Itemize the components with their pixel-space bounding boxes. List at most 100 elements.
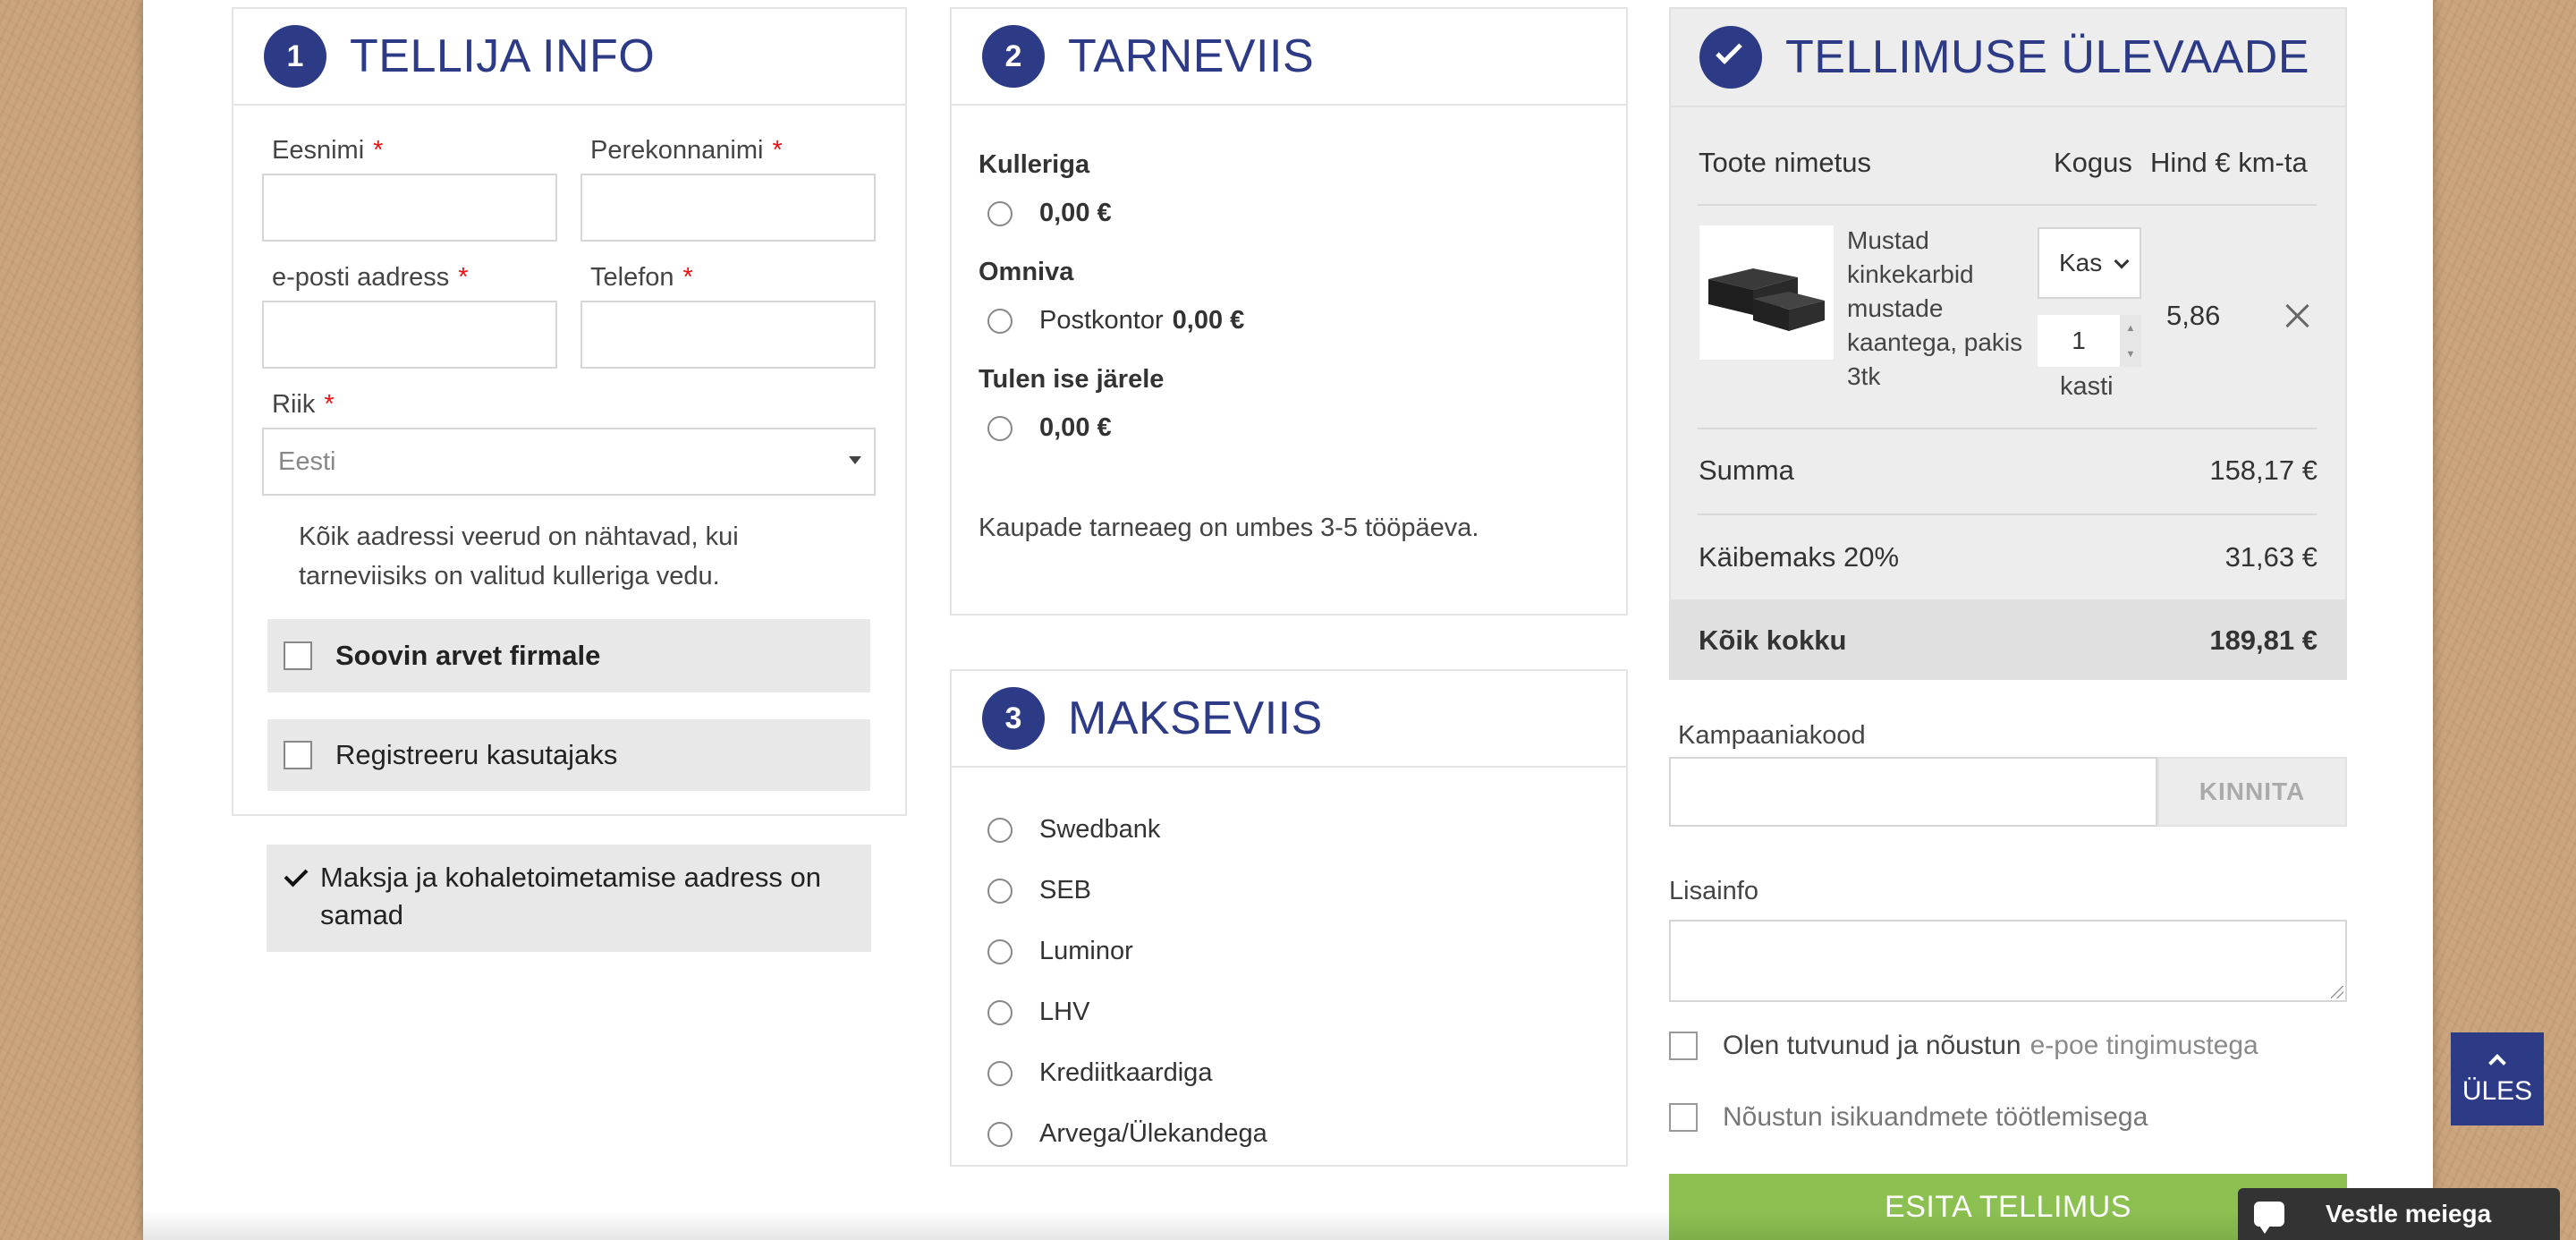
pickup-price: 0,00 € [1039,413,1112,442]
first-name-label: Eesnimi * [272,136,384,165]
first-name-input[interactable] [262,174,557,242]
pickup-radio[interactable] [987,415,1013,441]
payment-option-card[interactable]: Krediitkaardiga [987,1058,1212,1088]
campaign-code-input[interactable] [1669,757,2157,827]
checkmark-icon[interactable] [283,864,311,893]
subtotal-label: Summa [1699,454,1794,486]
omniva-radio[interactable] [987,308,1013,334]
payment-option-label: Arvega/Ülekandega [1039,1119,1267,1148]
campaign-confirm-button[interactable]: KINNITA [2157,757,2347,827]
scroll-to-top-button[interactable]: ÜLES [2451,1032,2544,1125]
pickup-group-label: Tulen ise järele [979,365,1165,394]
col-qty-header: Kogus [2054,147,2132,178]
payment-radio[interactable] [987,999,1013,1025]
pickup-option[interactable]: 0,00 € [987,413,1112,443]
quantity-value[interactable]: 1 [2038,327,2120,355]
privacy-checkbox[interactable] [1669,1103,1698,1132]
register-checkbox-row[interactable]: Registreeru kasutajaks [267,719,870,791]
chevron-up-icon [2488,1054,2506,1072]
payment-radio[interactable] [987,1060,1013,1086]
terms-link[interactable]: e-poe tingimustega [2030,1031,2258,1061]
country-select[interactable]: Eesti [262,428,876,496]
product-thumbnail [1699,225,1834,360]
payment-option-label: Swedbank [1039,815,1161,844]
terms-checkbox-row[interactable]: Olen tutvunud ja nõustun e-poe tingimust… [1669,1031,2258,1061]
extra-info-label: Lisainfo [1669,877,1758,905]
same-address-label: Maksja ja kohaletoimetamise aadress on s… [320,862,821,930]
quantity-unit: kasti [2060,372,2114,401]
divider [1698,428,2317,429]
payment-radio[interactable] [987,938,1013,964]
courier-group-label: Kulleriga [979,150,1090,179]
remove-item-icon[interactable] [2283,301,2313,331]
subtotal-row: Summa 158,17 € [1699,447,2318,494]
extra-info-textarea[interactable] [1669,920,2347,1002]
total-value: 189,81 € [2209,624,2318,656]
payment-option-seb[interactable]: SEB [987,876,1091,905]
invoice-company-checkbox[interactable] [284,641,312,670]
payment-radio[interactable] [987,878,1013,904]
email-label: e-posti aadress * [272,263,469,292]
delivery-header: 2 TARNEVIIS [952,9,1626,106]
omniva-option-label: Postkontor [1039,306,1164,335]
payment-radio[interactable] [987,1121,1013,1147]
phone-input[interactable] [580,301,876,369]
phone-label: Telefon * [590,263,693,292]
payment-option-lhv[interactable]: LHV [987,998,1089,1027]
payment-option-luminor[interactable]: Luminor [987,937,1133,966]
page-bottom-shadow [143,1210,2433,1240]
resize-handle-icon[interactable] [2331,986,2343,998]
vat-label: Käibemaks 20% [1699,541,1900,573]
customer-info-title: TELLIJA INFO [350,30,656,82]
quantity-stepper[interactable]: 1 ▲ ▼ [2038,315,2141,367]
payment-radio[interactable] [987,817,1013,843]
payment-option-invoice[interactable]: Arvega/Ülekandega [987,1119,1267,1149]
chevron-down-icon [849,456,861,464]
step-badge-2: 2 [982,25,1045,88]
stepper-arrows[interactable]: ▲ ▼ [2120,315,2141,367]
checkmark-icon [1699,26,1762,89]
email-input[interactable] [262,301,557,369]
omniva-option[interactable]: Postkontor 0,00 € [987,306,1244,335]
chevron-down-icon [2114,253,2130,269]
stepper-down-icon[interactable]: ▼ [2126,349,2136,360]
courier-price: 0,00 € [1039,199,1112,227]
stepper-up-icon[interactable]: ▲ [2126,323,2136,334]
total-label: Kõik kokku [1699,624,1847,656]
campaign-label: Kampaaniakood [1678,721,1866,750]
address-note: Kõik aadressi veerud on nähtavad, kui ta… [299,522,739,590]
privacy-checkbox-row[interactable]: Nõustun isikuandmete töötlemisega [1669,1102,2148,1133]
vat-value: 31,63 € [2224,541,2318,573]
last-name-input[interactable] [580,174,876,242]
unit-select[interactable]: Kas [2038,227,2141,299]
payment-panel: 3 MAKSEVIIS [950,669,1628,1167]
courier-radio[interactable] [987,200,1013,226]
invoice-company-checkbox-row[interactable]: Soovin arvet firmale [267,619,870,692]
gift-box-image [1708,268,1825,331]
same-address-checkbox-row[interactable]: Maksja ja kohaletoimetamise aadress on s… [267,845,871,952]
subtotal-value: 158,17 € [2209,454,2318,486]
payment-option-label: SEB [1039,876,1092,905]
omniva-price: 0,00 € [1172,306,1245,335]
unit-select-value: Kas [2059,249,2103,276]
payment-option-swedbank[interactable]: Swedbank [987,815,1160,845]
product-price: 5,86 [2166,300,2221,331]
courier-option[interactable]: 0,00 € [987,199,1112,228]
chat-widget-button[interactable]: Vestle meiega [2238,1188,2560,1240]
step-badge-3: 3 [982,687,1045,750]
payment-option-label: Krediitkaardiga [1039,1058,1213,1087]
country-select-value: Eesti [278,446,336,476]
payment-option-label: LHV [1039,998,1090,1026]
invoice-company-label: Soovin arvet firmale [335,640,601,671]
delivery-note: Kaupade tarneaeg on umbes 3-5 tööpäeva. [979,514,1479,542]
terms-checkbox[interactable] [1669,1032,1698,1060]
col-price-header: Hind € km-ta [2150,147,2308,178]
total-row-content: Kõik kokku 189,81 € [1699,617,2318,664]
register-checkbox[interactable] [284,741,312,769]
product-name: Mustad kinkekarbid mustade kaantega, pak… [1847,226,2023,390]
customer-info-header: 1 TELLIJA INFO [233,9,905,106]
divider [1698,514,2317,515]
step-badge-1: 1 [264,25,326,88]
scroll-to-top-label: ÜLES [2462,1076,2533,1106]
register-label: Registreeru kasutajaks [335,739,618,770]
